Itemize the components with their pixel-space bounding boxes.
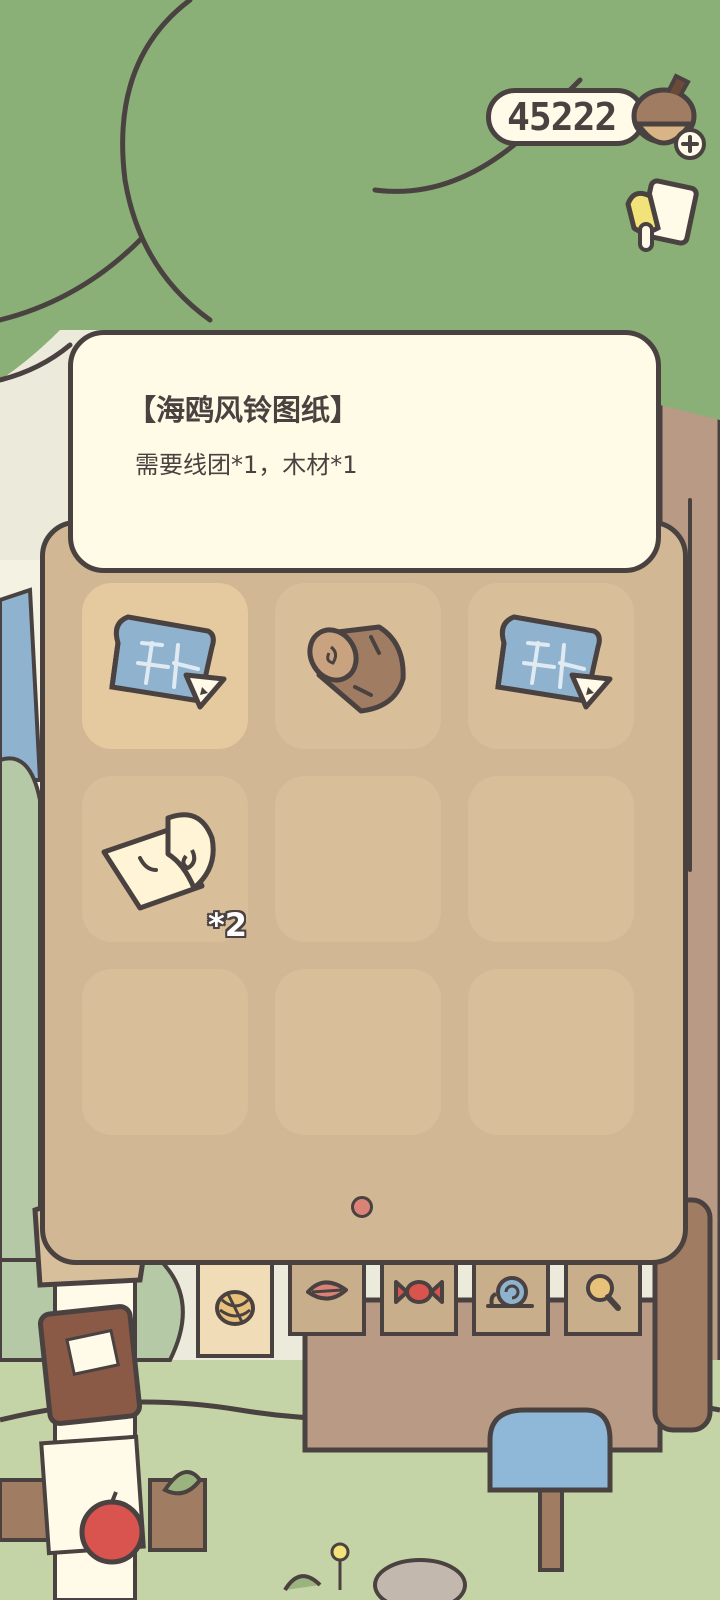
wood-log-icon [307,624,406,714]
tab-snail[interactable] [472,1258,550,1336]
yarn-ball-icon [215,1290,255,1326]
tab-search[interactable] [564,1258,642,1336]
currency-amount: 45222 [507,95,617,139]
inventory-slot[interactable] [275,583,441,749]
inventory-slot[interactable] [468,583,634,749]
tab-candy[interactable] [380,1258,458,1336]
tab-yarn[interactable] [196,1262,274,1358]
inventory-slot[interactable] [82,583,248,749]
tab-leaf[interactable] [288,1258,366,1336]
currency-counter: 45222 [486,88,646,146]
journal-icon[interactable] [620,178,704,262]
inventory-slot[interactable] [82,969,248,1135]
blueprint-icon [109,614,227,710]
inventory-slot[interactable]: *2 [82,776,248,944]
candy-icon [394,1280,444,1304]
inventory-panel: *2 [40,520,688,1265]
inventory-slot[interactable] [468,969,634,1135]
item-tooltip: 【海鸥风铃图纸】 需要线团*1，木材*1 [68,330,661,573]
inventory-slot[interactable] [468,776,634,942]
snail-icon [486,1276,534,1308]
blueprint-icon [495,614,613,710]
page-indicator-dot [351,1196,373,1218]
inventory-slot[interactable] [275,776,441,942]
magnifier-icon [586,1274,621,1311]
leaf-icon [306,1280,348,1301]
item-count: *2 [208,906,247,944]
inventory-slot[interactable] [275,969,441,1135]
acorn-plus-icon[interactable] [628,72,708,164]
item-requirements: 需要线团*1，木材*1 [135,451,358,479]
item-title: 【海鸥风铃图纸】 [127,393,360,427]
